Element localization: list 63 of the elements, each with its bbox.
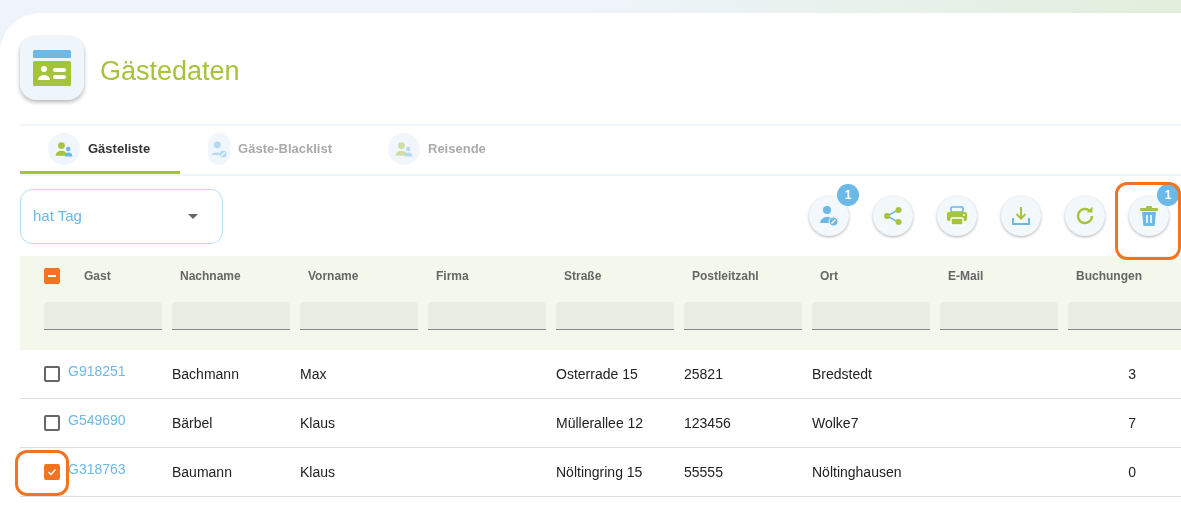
download-icon — [1011, 206, 1031, 226]
dash-icon — [48, 275, 56, 277]
table-cell: Bredstedt — [812, 366, 872, 382]
table-cell: Bachmann — [172, 366, 239, 382]
column-header: E-Mail — [947, 268, 985, 285]
table-cell-text: 3 — [1128, 364, 1136, 384]
page-title: Gästedaten — [100, 55, 240, 88]
share-button[interactable] — [873, 196, 913, 236]
table-cell: Nöltingring 15 — [556, 464, 643, 480]
column-filter-field[interactable] — [300, 302, 418, 330]
table-cell: Baumann — [172, 464, 232, 480]
table-cell: 123456 — [684, 415, 731, 431]
person-block-icon — [819, 205, 839, 227]
column-filter-field[interactable] — [172, 302, 290, 330]
column-filter-field[interactable] — [812, 302, 930, 330]
print-button[interactable] — [937, 196, 977, 236]
column-header: Firma — [435, 268, 470, 285]
row-checkbox[interactable] — [44, 464, 60, 480]
column-filter-field[interactable] — [1068, 302, 1181, 330]
column-header: Buchungen — [1075, 268, 1143, 285]
tag-filter-dropdown[interactable]: hat Tag — [20, 188, 223, 244]
column-header: Vorname — [307, 268, 360, 285]
printer-icon — [946, 206, 968, 226]
table-cell-text: 7 — [1128, 413, 1136, 433]
table-cell: 55555 — [684, 464, 723, 480]
column-header: Gast — [83, 268, 112, 285]
guest-id-link[interactable]: G549690 — [68, 409, 126, 431]
row-checkbox[interactable] — [44, 366, 60, 382]
trash-icon — [1139, 205, 1159, 227]
table-cell: Müllerallee 12 — [556, 415, 644, 431]
column-filter-field[interactable] — [556, 302, 674, 330]
download-button[interactable] — [1001, 196, 1041, 236]
table-cell: Osterrade 15 — [556, 366, 638, 382]
guest-card-icon — [20, 36, 84, 100]
column-header: Nachname — [179, 268, 242, 285]
table-cell: Klaus — [300, 415, 336, 431]
column-header: Straße — [563, 268, 603, 285]
column-header: Postleitzahl — [691, 268, 760, 285]
column-filter-field[interactable] — [428, 302, 546, 330]
table-cell: Wolke7 — [812, 415, 859, 431]
tab[interactable]: Gäste-Blacklist — [180, 126, 360, 174]
table-cell: 25821 — [684, 366, 723, 382]
check-icon — [47, 467, 57, 477]
table-cell: Bärbel — [172, 415, 213, 431]
count-badge: 1 — [837, 184, 859, 206]
tab[interactable]: Reisende — [360, 126, 540, 174]
table-cell-text: 0 — [1128, 462, 1136, 482]
share-icon — [883, 206, 903, 226]
table-cell: Nöltinghausen — [812, 464, 902, 480]
tab[interactable]: Gästeliste — [20, 126, 180, 174]
guest-id-link[interactable]: G918251 — [68, 360, 126, 382]
column-filter-field[interactable] — [684, 302, 802, 330]
caret-icon — [188, 213, 198, 219]
guest-id-link[interactable]: G318763 — [68, 458, 126, 480]
table-cell: Klaus — [300, 464, 336, 480]
refresh-button[interactable] — [1065, 196, 1105, 236]
row-checkbox[interactable] — [44, 415, 60, 431]
column-header: Ort — [819, 268, 839, 285]
table-cell: Max — [300, 366, 327, 382]
column-filter-field[interactable] — [44, 302, 162, 330]
select-all-checkbox[interactable] — [44, 268, 60, 284]
refresh-icon — [1074, 205, 1096, 227]
column-filter-field[interactable] — [940, 302, 1058, 330]
